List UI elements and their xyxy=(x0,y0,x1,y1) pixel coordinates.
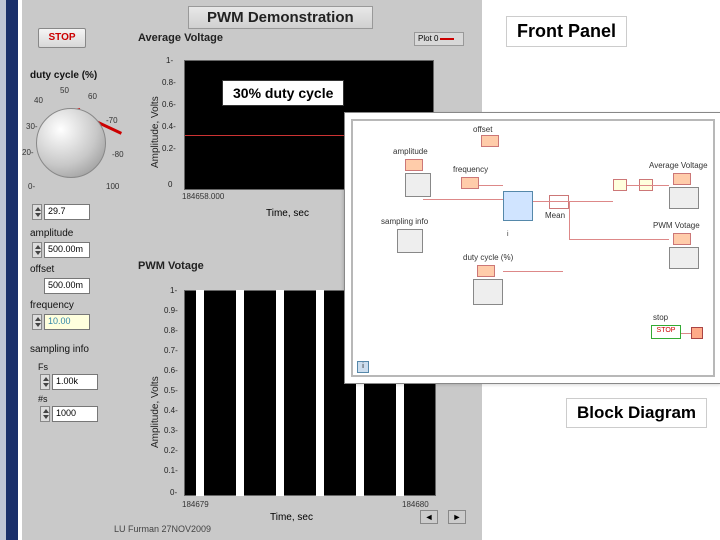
block-diagram-panel: offset amplitude frequency sampling info… xyxy=(344,112,720,384)
fs-label: Fs xyxy=(38,362,48,372)
dial-tick: 100 xyxy=(106,182,119,191)
dial-tick: -70 xyxy=(106,116,118,125)
bd-pwm-out-terminal[interactable] xyxy=(673,233,691,245)
ns-spinner[interactable] xyxy=(40,406,50,422)
dial-tick: 20- xyxy=(22,148,34,157)
duty-cycle-callout: 30% duty cycle xyxy=(222,80,344,106)
byline: LU Furman 27NOV2009 xyxy=(114,524,211,534)
bd-offset-label: offset xyxy=(473,125,492,134)
pwm-xtick: 184679 xyxy=(182,500,209,509)
ns-input[interactable]: 1000 xyxy=(52,406,98,422)
bd-pwm-out-label: PWM Votage xyxy=(653,221,700,230)
bd-duty-terminal[interactable] xyxy=(477,265,495,277)
bd-loop-stop-icon[interactable] xyxy=(691,327,703,339)
bd-amplitude-icon[interactable] xyxy=(405,173,431,197)
duty-spinner[interactable] xyxy=(32,204,42,220)
dial-tick: 50 xyxy=(60,86,69,95)
pwm-ytick: 0.9- xyxy=(164,306,178,315)
bd-sampling-label: sampling info xyxy=(381,217,428,226)
pwm-xlabel: Time, sec xyxy=(270,512,313,523)
bd-stop-button-terminal[interactable]: STOP xyxy=(651,325,681,339)
bd-duty-dial-icon[interactable] xyxy=(473,279,503,305)
pwm-ytick: 0.5- xyxy=(164,386,178,395)
bd-loop-iteration-icon: i xyxy=(357,361,369,373)
dial-tick: 60 xyxy=(88,92,97,101)
bd-signal-gen-node[interactable] xyxy=(503,191,533,221)
amplitude-label: amplitude xyxy=(30,228,73,239)
avg-chart-title: Average Voltage xyxy=(138,32,223,44)
dial-tick: 0- xyxy=(28,182,35,191)
avg-ytick: 0.6- xyxy=(162,100,176,109)
pwm-ylabel: Amplitude, Volts xyxy=(150,376,161,448)
avg-ylabel: Amplitude, Volts xyxy=(150,96,161,168)
while-loop-frame: offset amplitude frequency sampling info… xyxy=(351,119,715,377)
dial-tick: -80 xyxy=(112,150,124,159)
pwm-ytick: 0.6- xyxy=(164,366,178,375)
avg-xlabel: Time, sec xyxy=(266,208,309,219)
pwm-ytick: 0.1- xyxy=(164,466,178,475)
offset-input[interactable]: 500.00m xyxy=(44,278,90,294)
dial-tick: 30- xyxy=(26,122,38,131)
pwm-xtick: 184680 xyxy=(402,500,429,509)
bd-compare-node[interactable] xyxy=(549,195,569,209)
bd-loop-index: i xyxy=(507,231,509,238)
bd-stop-label: stop xyxy=(653,313,668,322)
bd-avg-out-label: Average Voltage xyxy=(649,161,708,170)
front-panel-label: Front Panel xyxy=(506,16,627,47)
duty-cycle-label: duty cycle (%) xyxy=(30,70,97,81)
fs-input[interactable]: 1.00k xyxy=(52,374,98,390)
legend-text: Plot 0 xyxy=(418,34,438,43)
frequency-spinner[interactable] xyxy=(32,314,42,330)
avg-ytick: 1- xyxy=(166,56,173,65)
bd-frequency-terminal[interactable] xyxy=(461,177,479,189)
bd-mean-label: Mean xyxy=(545,211,565,220)
avg-ytick: 0.4- xyxy=(162,122,176,131)
amplitude-input[interactable]: 500.00m xyxy=(44,242,90,258)
pwm-ytick: 0.2- xyxy=(164,446,178,455)
avg-chart-legend: Plot 0 xyxy=(414,32,464,46)
avg-ytick: 0.2- xyxy=(162,144,176,153)
ns-label: #s xyxy=(38,394,48,404)
dial-tick: 40 xyxy=(34,96,43,105)
bd-sampling-icon[interactable] xyxy=(397,229,423,253)
bd-amplitude-label: amplitude xyxy=(393,147,428,156)
avg-ytick: 0 xyxy=(168,180,172,189)
bd-avg-out-terminal[interactable] xyxy=(673,173,691,185)
scroll-right-button[interactable]: ► xyxy=(448,510,466,524)
pwm-ytick: 0.8- xyxy=(164,326,178,335)
pwm-ytick: 0.3- xyxy=(164,426,178,435)
frequency-input[interactable]: 10.00 xyxy=(44,314,90,330)
bd-duty-label: duty cycle (%) xyxy=(463,253,513,262)
bd-multiply-node[interactable] xyxy=(613,179,627,191)
app-title: PWM Demonstration xyxy=(188,6,373,29)
scroll-left-button[interactable]: ◄ xyxy=(420,510,438,524)
duty-value-input[interactable]: 29.7 xyxy=(44,204,90,220)
avg-ytick: 0.8- xyxy=(162,78,176,87)
bd-avg-chart-icon[interactable] xyxy=(669,187,699,209)
pwm-ytick: 0.4- xyxy=(164,406,178,415)
amplitude-spinner[interactable] xyxy=(32,242,42,258)
avg-xtick: 184658.000 xyxy=(182,192,224,201)
legend-line-icon xyxy=(440,38,454,40)
bd-offset-terminal[interactable] xyxy=(481,135,499,147)
bd-amplitude-terminal[interactable] xyxy=(405,159,423,171)
frequency-label: frequency xyxy=(30,300,74,311)
offset-label: offset xyxy=(30,264,54,275)
sampling-info-label: sampling info xyxy=(30,344,89,355)
stop-button[interactable]: STOP xyxy=(38,28,86,48)
block-diagram-label: Block Diagram xyxy=(566,398,707,428)
fs-spinner[interactable] xyxy=(40,374,50,390)
bd-pwm-chart-icon[interactable] xyxy=(669,247,699,269)
pwm-chart-title: PWM Votage xyxy=(138,260,204,272)
duty-cycle-dial[interactable] xyxy=(36,108,106,178)
pwm-ytick: 0.7- xyxy=(164,346,178,355)
bd-frequency-label: frequency xyxy=(453,165,488,174)
pwm-ytick: 0- xyxy=(170,488,177,497)
pwm-ytick: 1- xyxy=(170,286,177,295)
